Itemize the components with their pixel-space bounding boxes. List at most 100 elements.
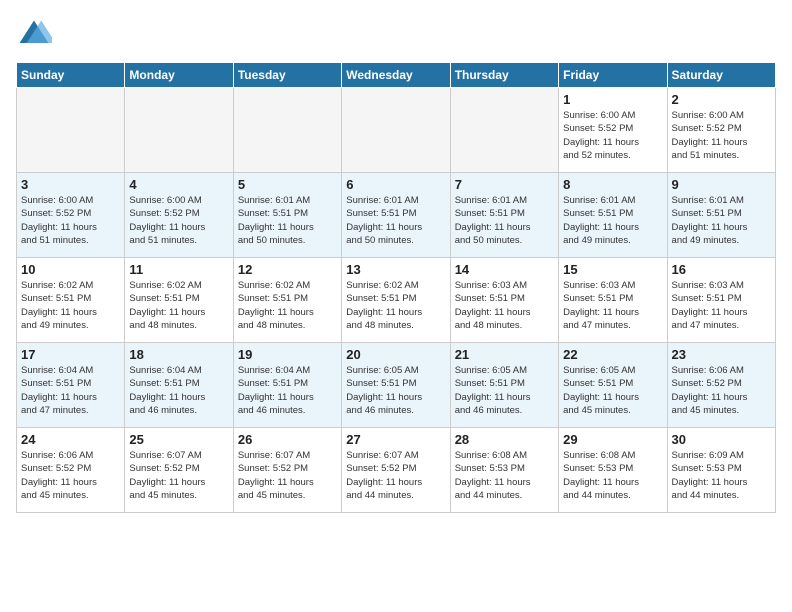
- day-info: Sunrise: 6:00 AM Sunset: 5:52 PM Dayligh…: [21, 194, 120, 247]
- day-number: 5: [238, 177, 337, 192]
- calendar-cell: 25Sunrise: 6:07 AM Sunset: 5:52 PM Dayli…: [125, 428, 233, 513]
- calendar-week-row: 24 Sunrise: 6:06 AM Sunset: 5:52 PM Dayli…: [17, 428, 776, 513]
- calendar-cell: [17, 88, 125, 173]
- day-number: 10: [21, 262, 120, 277]
- calendar-cell: [125, 88, 233, 173]
- day-number: 22: [563, 347, 662, 362]
- day-info: Sunrise: 6:04 AM Sunset: 5:51 PM Dayligh…: [21, 364, 120, 417]
- calendar-cell: 11Sunrise: 6:02 AM Sunset: 5:51 PM Dayli…: [125, 258, 233, 343]
- calendar-cell: 23 Sunrise: 6:06 AM Sunset: 5:52 PM Dayli…: [667, 343, 775, 428]
- calendar-cell: 7 Sunrise: 6:01 AM Sunset: 5:51 PM Daylig…: [450, 173, 558, 258]
- day-number: 30: [672, 432, 771, 447]
- weekday-header: Sunday: [17, 63, 125, 88]
- day-number: 14: [455, 262, 554, 277]
- weekday-header: Friday: [559, 63, 667, 88]
- weekday-header: Wednesday: [342, 63, 450, 88]
- day-number: 8: [563, 177, 662, 192]
- day-info: Sunrise: 6:01 AM Sunset: 5:51 PM Dayligh…: [563, 194, 662, 247]
- day-info: Sunrise: 6:00 AM Sunset: 5:52 PM Dayligh…: [672, 109, 771, 162]
- calendar-cell: 1 Sunrise: 6:00 AM Sunset: 5:52 PM Daylig…: [559, 88, 667, 173]
- day-number: 16: [672, 262, 771, 277]
- calendar-header-row: SundayMondayTuesdayWednesdayThursdayFrid…: [17, 63, 776, 88]
- day-info: Sunrise: 6:07 AM Sunset: 5:52 PM Dayligh…: [129, 449, 228, 502]
- day-number: 3: [21, 177, 120, 192]
- calendar-cell: 13 Sunrise: 6:02 AM Sunset: 5:51 PM Dayli…: [342, 258, 450, 343]
- day-info: Sunrise: 6:00 AM Sunset: 5:52 PM Dayligh…: [563, 109, 662, 162]
- page: SundayMondayTuesdayWednesdayThursdayFrid…: [0, 0, 792, 521]
- day-info: Sunrise: 6:05 AM Sunset: 5:51 PM Dayligh…: [563, 364, 662, 417]
- logo: [16, 16, 56, 52]
- day-info: Sunrise: 6:02 AM Sunset: 5:51 PM Dayligh…: [346, 279, 445, 332]
- calendar-cell: [233, 88, 341, 173]
- header: [16, 16, 776, 52]
- calendar-cell: 15 Sunrise: 6:03 AM Sunset: 5:51 PM Dayli…: [559, 258, 667, 343]
- day-info: Sunrise: 6:04 AM Sunset: 5:51 PM Dayligh…: [129, 364, 228, 417]
- day-info: Sunrise: 6:05 AM Sunset: 5:51 PM Dayligh…: [455, 364, 554, 417]
- day-number: 23: [672, 347, 771, 362]
- day-number: 29: [563, 432, 662, 447]
- day-number: 4: [129, 177, 228, 192]
- calendar-cell: 14 Sunrise: 6:03 AM Sunset: 5:51 PM Dayli…: [450, 258, 558, 343]
- calendar-week-row: 17Sunrise: 6:04 AM Sunset: 5:51 PM Dayli…: [17, 343, 776, 428]
- calendar-cell: [342, 88, 450, 173]
- calendar-cell: 4 Sunrise: 6:00 AM Sunset: 5:52 PM Daylig…: [125, 173, 233, 258]
- day-number: 26: [238, 432, 337, 447]
- day-info: Sunrise: 6:06 AM Sunset: 5:52 PM Dayligh…: [672, 364, 771, 417]
- calendar-table: SundayMondayTuesdayWednesdayThursdayFrid…: [16, 62, 776, 513]
- day-info: Sunrise: 6:03 AM Sunset: 5:51 PM Dayligh…: [563, 279, 662, 332]
- logo-icon: [16, 16, 52, 52]
- calendar-cell: 20 Sunrise: 6:05 AM Sunset: 5:51 PM Dayli…: [342, 343, 450, 428]
- calendar-cell: 6 Sunrise: 6:01 AM Sunset: 5:51 PM Daylig…: [342, 173, 450, 258]
- calendar-cell: 3 Sunrise: 6:00 AM Sunset: 5:52 PM Daylig…: [17, 173, 125, 258]
- calendar-cell: 19 Sunrise: 6:04 AM Sunset: 5:51 PM Dayli…: [233, 343, 341, 428]
- calendar-week-row: 3 Sunrise: 6:00 AM Sunset: 5:52 PM Daylig…: [17, 173, 776, 258]
- day-number: 13: [346, 262, 445, 277]
- calendar-cell: 29Sunrise: 6:08 AM Sunset: 5:53 PM Dayli…: [559, 428, 667, 513]
- day-number: 1: [563, 92, 662, 107]
- calendar-cell: 2 Sunrise: 6:00 AM Sunset: 5:52 PM Daylig…: [667, 88, 775, 173]
- day-info: Sunrise: 6:01 AM Sunset: 5:51 PM Dayligh…: [672, 194, 771, 247]
- calendar-week-row: 10 Sunrise: 6:02 AM Sunset: 5:51 PM Dayli…: [17, 258, 776, 343]
- day-info: Sunrise: 6:07 AM Sunset: 5:52 PM Dayligh…: [346, 449, 445, 502]
- day-number: 19: [238, 347, 337, 362]
- weekday-header: Monday: [125, 63, 233, 88]
- day-number: 28: [455, 432, 554, 447]
- day-info: Sunrise: 6:01 AM Sunset: 5:51 PM Dayligh…: [238, 194, 337, 247]
- calendar-cell: 10 Sunrise: 6:02 AM Sunset: 5:51 PM Dayli…: [17, 258, 125, 343]
- day-number: 7: [455, 177, 554, 192]
- calendar-cell: 26Sunrise: 6:07 AM Sunset: 5:52 PM Dayli…: [233, 428, 341, 513]
- weekday-header: Tuesday: [233, 63, 341, 88]
- weekday-header: Saturday: [667, 63, 775, 88]
- day-info: Sunrise: 6:08 AM Sunset: 5:53 PM Dayligh…: [455, 449, 554, 502]
- weekday-header: Thursday: [450, 63, 558, 88]
- day-info: Sunrise: 6:09 AM Sunset: 5:53 PM Dayligh…: [672, 449, 771, 502]
- day-info: Sunrise: 6:00 AM Sunset: 5:52 PM Dayligh…: [129, 194, 228, 247]
- day-info: Sunrise: 6:01 AM Sunset: 5:51 PM Dayligh…: [346, 194, 445, 247]
- day-number: 15: [563, 262, 662, 277]
- day-number: 12: [238, 262, 337, 277]
- calendar-cell: 8 Sunrise: 6:01 AM Sunset: 5:51 PM Daylig…: [559, 173, 667, 258]
- day-info: Sunrise: 6:02 AM Sunset: 5:51 PM Dayligh…: [21, 279, 120, 332]
- calendar-cell: 16Sunrise: 6:03 AM Sunset: 5:51 PM Dayli…: [667, 258, 775, 343]
- day-number: 2: [672, 92, 771, 107]
- day-info: Sunrise: 6:02 AM Sunset: 5:51 PM Dayligh…: [238, 279, 337, 332]
- day-number: 24: [21, 432, 120, 447]
- day-number: 21: [455, 347, 554, 362]
- day-info: Sunrise: 6:01 AM Sunset: 5:51 PM Dayligh…: [455, 194, 554, 247]
- day-info: Sunrise: 6:06 AM Sunset: 5:52 PM Dayligh…: [21, 449, 120, 502]
- calendar-cell: 12 Sunrise: 6:02 AM Sunset: 5:51 PM Dayli…: [233, 258, 341, 343]
- day-number: 6: [346, 177, 445, 192]
- day-info: Sunrise: 6:04 AM Sunset: 5:51 PM Dayligh…: [238, 364, 337, 417]
- calendar-cell: 24 Sunrise: 6:06 AM Sunset: 5:52 PM Dayli…: [17, 428, 125, 513]
- calendar-cell: 28 Sunrise: 6:08 AM Sunset: 5:53 PM Dayli…: [450, 428, 558, 513]
- day-number: 20: [346, 347, 445, 362]
- calendar-week-row: 1 Sunrise: 6:00 AM Sunset: 5:52 PM Daylig…: [17, 88, 776, 173]
- calendar-cell: 5 Sunrise: 6:01 AM Sunset: 5:51 PM Daylig…: [233, 173, 341, 258]
- calendar-cell: 30 Sunrise: 6:09 AM Sunset: 5:53 PM Dayli…: [667, 428, 775, 513]
- calendar-cell: [450, 88, 558, 173]
- day-number: 11: [129, 262, 228, 277]
- day-info: Sunrise: 6:05 AM Sunset: 5:51 PM Dayligh…: [346, 364, 445, 417]
- day-number: 27: [346, 432, 445, 447]
- day-info: Sunrise: 6:03 AM Sunset: 5:51 PM Dayligh…: [455, 279, 554, 332]
- calendar-cell: 21 Sunrise: 6:05 AM Sunset: 5:51 PM Dayli…: [450, 343, 558, 428]
